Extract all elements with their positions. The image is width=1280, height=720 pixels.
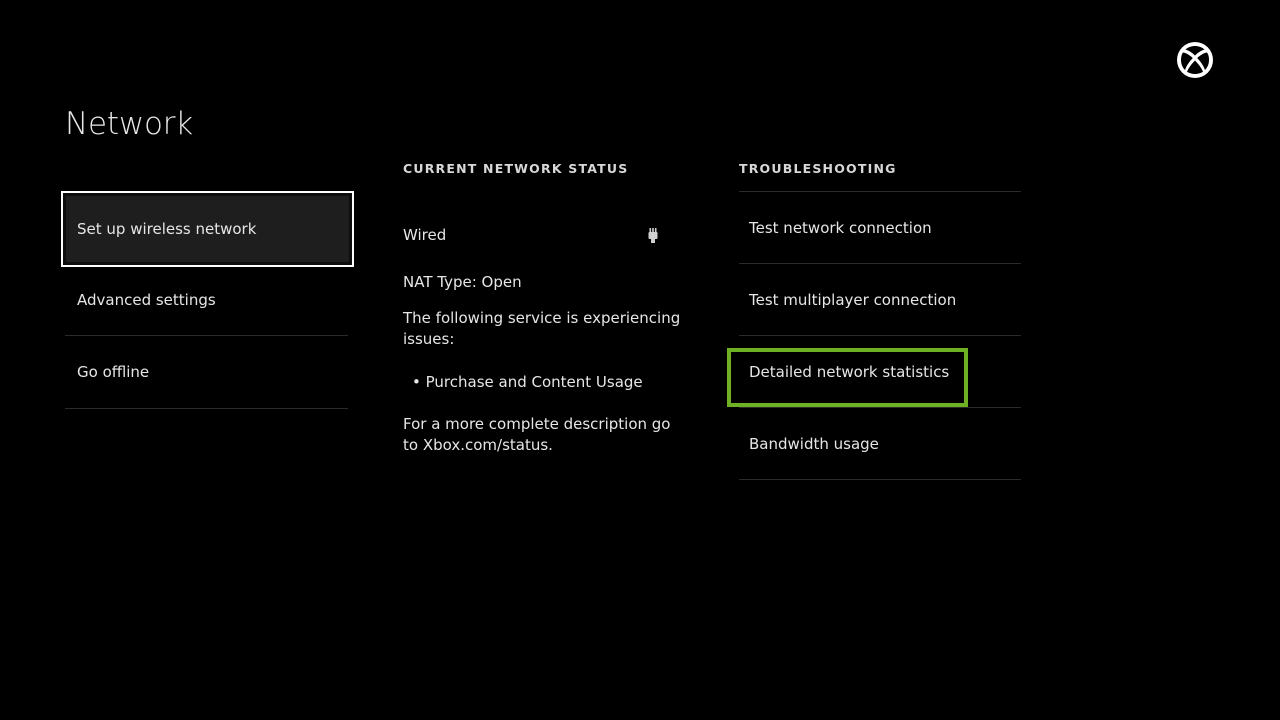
bandwidth-usage-button[interactable]: Bandwidth usage xyxy=(739,408,1021,480)
troubleshooting-item-label: Bandwidth usage xyxy=(749,434,879,453)
service-issue-text: The following service is experiencing is… xyxy=(403,309,681,348)
troubleshooting-list: Test network connection Test multiplayer… xyxy=(739,191,1021,480)
set-up-wireless-network-button[interactable]: Set up wireless network xyxy=(61,191,354,267)
troubleshooting-panel: TROUBLESHOOTING Test network connection … xyxy=(739,161,1021,480)
advanced-settings-button[interactable]: Advanced settings xyxy=(65,264,348,336)
test-multiplayer-connection-button[interactable]: Test multiplayer connection xyxy=(739,264,1021,336)
page-title: Network xyxy=(65,106,194,142)
connection-type: Wired xyxy=(403,226,447,244)
service-issue-item: • Purchase and Content Usage xyxy=(412,373,643,391)
network-status-panel: CURRENT NETWORK STATUS Wired NAT Type: O… xyxy=(403,161,688,456)
menu-item-label: Go offline xyxy=(77,363,150,381)
network-settings-screen: Network Set up wireless network Advanced… xyxy=(0,0,1280,720)
menu-item-label: Advanced settings xyxy=(77,290,216,309)
ethernet-plug-icon xyxy=(648,227,658,243)
troubleshooting-item-label: Test network connection xyxy=(749,218,932,237)
menu-item-label: Set up wireless network xyxy=(77,220,257,238)
connection-row: Wired xyxy=(403,225,658,246)
detailed-network-statistics-button[interactable]: Detailed network statistics xyxy=(739,336,1021,408)
status-more-info: For a more complete description go to Xb… xyxy=(403,415,671,454)
go-offline-button[interactable]: Go offline xyxy=(65,336,348,409)
troubleshooting-item-label: Test multiplayer connection xyxy=(749,290,957,309)
troubleshooting-item-label: Detailed network statistics xyxy=(749,362,950,381)
network-status-header: CURRENT NETWORK STATUS xyxy=(403,161,629,176)
left-menu-rest: Advanced settings Go offline xyxy=(65,264,348,409)
nat-type: NAT Type: Open xyxy=(403,273,522,291)
test-network-connection-button[interactable]: Test network connection xyxy=(739,192,1021,264)
troubleshooting-header: TROUBLESHOOTING xyxy=(739,161,897,176)
xbox-logo-icon xyxy=(1177,42,1213,78)
